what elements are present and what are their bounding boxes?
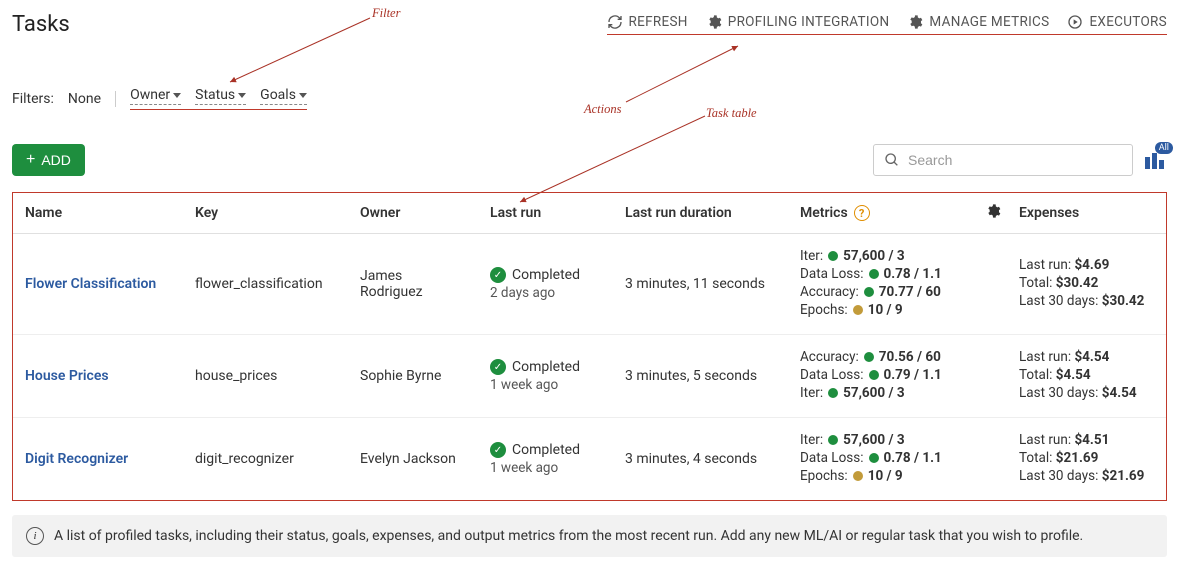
col-metrics-label: Metrics	[800, 205, 848, 221]
task-key: house_prices	[183, 335, 348, 418]
status-dot-icon	[853, 305, 863, 315]
col-key[interactable]: Key	[183, 193, 348, 234]
caret-down-icon	[238, 93, 246, 98]
executors-action[interactable]: EXECUTORS	[1067, 14, 1167, 30]
filter-status-label: Status	[195, 87, 235, 103]
task-duration: 3 minutes, 4 seconds	[613, 418, 788, 501]
col-last-run[interactable]: Last run	[478, 193, 613, 234]
refresh-icon	[607, 14, 623, 30]
refresh-label: REFRESH	[629, 14, 688, 30]
task-name-link[interactable]: House Prices	[25, 368, 109, 384]
task-metrics: Iter: 57,600 / 3Data Loss: 0.78 / 1.1Acc…	[788, 234, 1007, 335]
col-metrics: Metrics ?	[788, 193, 973, 234]
executors-label: EXECUTORS	[1089, 14, 1167, 30]
play-circle-icon	[1067, 14, 1083, 30]
status-when: 1 week ago	[490, 460, 601, 476]
col-last-run-duration[interactable]: Last run duration	[613, 193, 788, 234]
check-circle-icon: ✓	[490, 359, 506, 375]
task-owner: Evelyn Jackson	[348, 418, 478, 501]
status-when: 1 week ago	[490, 377, 601, 393]
task-duration: 3 minutes, 11 seconds	[613, 234, 788, 335]
table-row: Flower Classification flower_classificati…	[13, 234, 1166, 335]
check-circle-icon: ✓	[490, 267, 506, 283]
status-dot-icon	[828, 388, 838, 398]
status-dot-icon	[864, 287, 874, 297]
task-key: flower_classification	[183, 234, 348, 335]
status-text: Completed	[512, 442, 580, 458]
manage-metrics-label: MANAGE METRICS	[929, 14, 1049, 30]
manage-metrics-action[interactable]: MANAGE METRICS	[907, 14, 1049, 30]
gear-icon	[907, 14, 923, 30]
filter-goals[interactable]: Goals	[260, 87, 307, 105]
table-row: House Prices house_pricesSophie Byrne ✓ Com…	[13, 335, 1166, 418]
info-text: A list of profiled tasks, including thei…	[54, 528, 1083, 544]
actions-bar: REFRESH PROFILING INTEGRATION MANAGE MET…	[607, 14, 1167, 35]
help-icon[interactable]: ?	[854, 205, 870, 221]
task-table: Name Key Owner Last run Last run duratio…	[12, 192, 1167, 501]
col-owner[interactable]: Owner	[348, 193, 478, 234]
task-expenses: Last run: $4.51Total: $21.69Last 30 days…	[1007, 418, 1166, 501]
task-owner: James Rodriguez	[348, 234, 478, 335]
status-dot-icon	[869, 453, 879, 463]
status-dot-icon	[828, 435, 838, 445]
filter-goals-label: Goals	[260, 87, 296, 103]
task-name-link[interactable]: Flower Classification	[25, 276, 156, 292]
search-input[interactable]	[906, 151, 1122, 169]
search-box[interactable]	[873, 144, 1133, 176]
refresh-action[interactable]: REFRESH	[607, 14, 688, 30]
plus-icon: +	[26, 152, 35, 168]
check-circle-icon: ✓	[490, 442, 506, 458]
col-settings[interactable]	[973, 193, 1007, 234]
annotation-arrows	[12, 12, 1179, 212]
filters-value: None	[68, 91, 116, 107]
task-owner: Sophie Byrne	[348, 335, 478, 418]
task-name-link[interactable]: Digit Recognizer	[25, 451, 128, 467]
status-dot-icon	[869, 370, 879, 380]
filter-owner[interactable]: Owner	[130, 87, 181, 105]
task-duration: 3 minutes, 5 seconds	[613, 335, 788, 418]
table-row: Digit Recognizer digit_recognizerEvelyn J…	[13, 418, 1166, 501]
caret-down-icon	[299, 93, 307, 98]
task-metrics: Accuracy: 70.56 / 60Data Loss: 0.79 / 1.…	[788, 335, 1007, 418]
task-metrics: Iter: 57,600 / 3Data Loss: 0.78 / 1.1Epo…	[788, 418, 1007, 501]
add-button[interactable]: + ADD	[12, 144, 85, 176]
status-when: 2 days ago	[490, 285, 601, 301]
caret-down-icon	[173, 93, 181, 98]
filter-status[interactable]: Status	[195, 87, 246, 105]
columns-selector[interactable]: All	[1145, 151, 1167, 169]
status-text: Completed	[512, 267, 580, 283]
search-icon	[884, 152, 900, 168]
status-dot-icon	[853, 471, 863, 481]
status-dot-icon	[828, 251, 838, 261]
status-dot-icon	[864, 352, 874, 362]
col-expenses[interactable]: Expenses	[1007, 193, 1166, 234]
gear-icon	[985, 203, 1001, 219]
task-expenses: Last run: $4.69Total: $30.42Last 30 days…	[1007, 234, 1166, 335]
filter-owner-label: Owner	[130, 87, 170, 103]
profiling-integration-action[interactable]: PROFILING INTEGRATION	[706, 14, 890, 30]
task-key: digit_recognizer	[183, 418, 348, 501]
filters-label: Filters:	[12, 91, 54, 107]
info-banner: i A list of profiled tasks, including th…	[12, 515, 1167, 557]
profiling-integration-label: PROFILING INTEGRATION	[728, 14, 890, 30]
gear-icon	[706, 14, 722, 30]
col-name[interactable]: Name	[13, 193, 183, 234]
info-icon: i	[26, 527, 44, 545]
status-dot-icon	[869, 269, 879, 279]
columns-badge: All	[1155, 142, 1173, 154]
task-expenses: Last run: $4.54Total: $4.54Last 30 days:…	[1007, 335, 1166, 418]
page-title: Tasks	[12, 12, 70, 37]
status-text: Completed	[512, 359, 580, 375]
add-button-label: ADD	[41, 152, 71, 168]
